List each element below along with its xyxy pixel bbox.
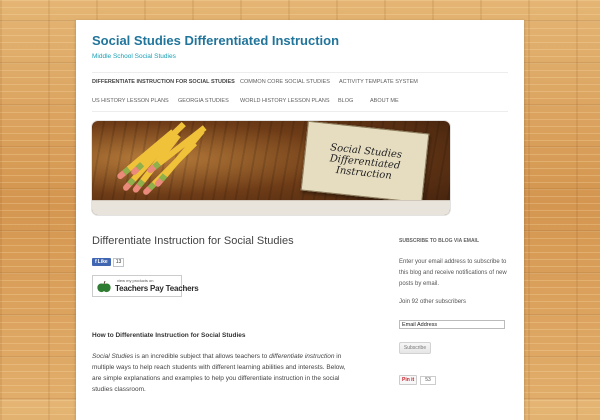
nav-item-common-core[interactable]: Common Core Social Studies [240,79,330,85]
subscriber-count: Join 92 other subscribers [399,299,467,305]
site-title[interactable]: Social Studies Differentiated Instructio… [92,33,339,48]
facebook-like-button[interactable]: f Like [92,258,111,266]
nav-item-world-history[interactable]: World History Lesson Plans [240,98,330,104]
banner-bottom-strip [92,200,450,215]
tpt-small-text: view my products on [117,278,154,283]
nav-item-georgia-studies[interactable]: Georgia Studies [178,98,229,104]
teachers-pay-teachers-badge[interactable]: view my products on Teachers Pay Teacher… [92,275,199,297]
sidebar-subscribe-heading: Subscribe to Blog via Email [399,238,480,244]
email-field[interactable] [399,320,505,329]
apple-icon [97,281,111,293]
nav-item-activity-template[interactable]: Activity Template System [339,79,418,85]
pinterest-pin-button[interactable]: Pin it [399,375,418,385]
like-count: 13 [112,257,125,267]
main-navigation: Differentiate Instruction for Social Stu… [92,72,508,112]
site-description: Middle School Social Studies [92,53,176,60]
page-container: Social Studies Differentiated Instructio… [76,20,524,420]
tpt-brand-text: Teachers Pay Teachers [115,284,199,293]
banner-title-card: Social Studies Differentiated Instructio… [300,121,430,204]
post-paragraph-part1: Social Studies [92,353,134,360]
post-heading: How to Differentiate Instruction for Soc… [92,332,246,339]
post-title[interactable]: Differentiate Instruction for Social Stu… [92,235,294,247]
nav-item-us-history[interactable]: US History Lesson Plans [92,98,169,104]
nav-item-blog[interactable]: Blog [338,98,353,104]
pinterest-widget: Pin it 53 [399,375,436,385]
header-banner-image: Social Studies Differentiated Instructio… [92,121,450,215]
nav-item-differentiate-instruction[interactable]: Differentiate Instruction for Social Stu… [92,79,235,85]
post-paragraph: Social Studies is an incredible subject … [92,351,352,395]
subscribe-button[interactable]: Subscribe [399,342,431,354]
like-label: Like [97,259,108,265]
post-paragraph-part2: is an incredible subject that allows tea… [133,353,270,360]
post-paragraph-part3: differentiate instruction [269,353,335,360]
pin-count: 53 [420,375,436,385]
sidebar-subscribe-text: Enter your email address to subscribe to… [399,259,507,287]
facebook-icon: f [95,259,97,265]
nav-item-about-me[interactable]: About Me [370,98,399,104]
facebook-like-widget: f Like 13 [92,257,125,267]
